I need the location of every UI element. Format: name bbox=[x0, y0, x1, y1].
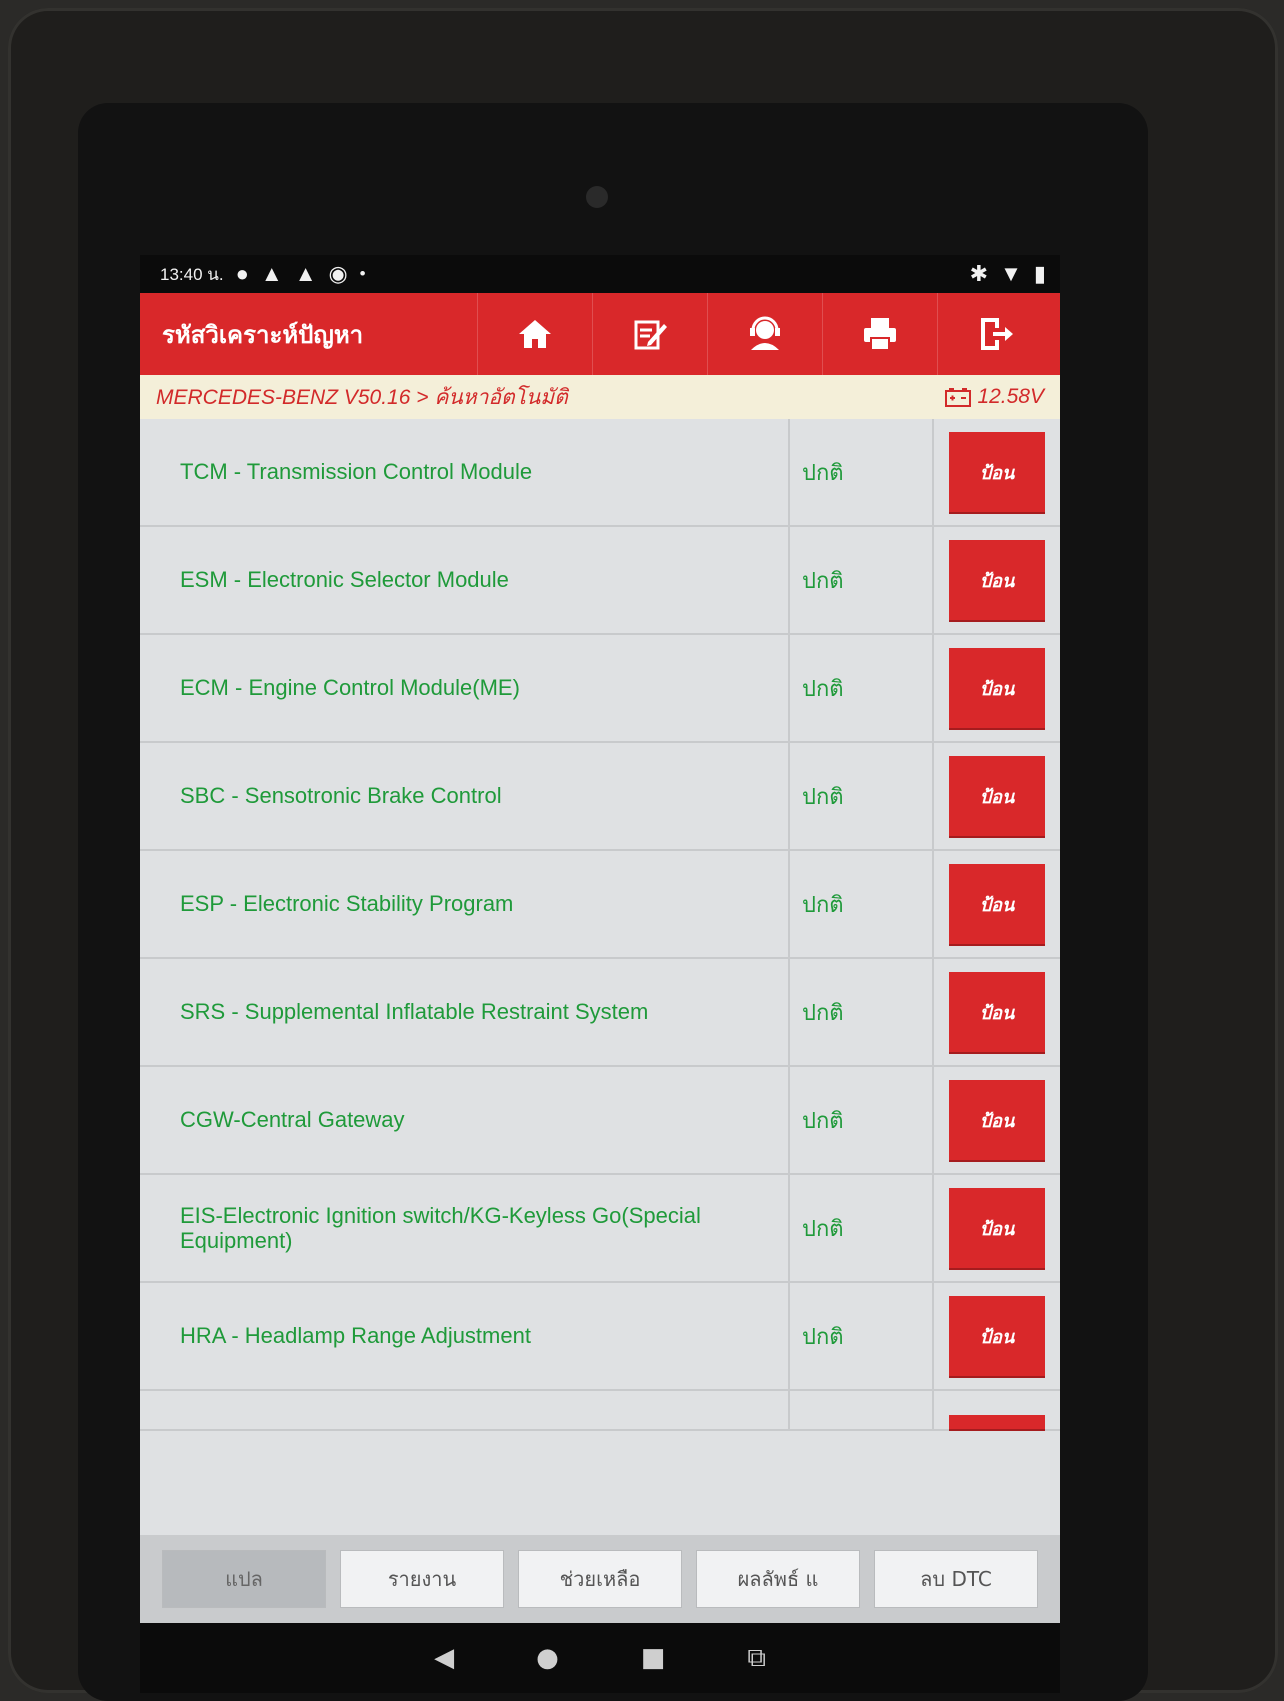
table-row-partial bbox=[140, 1391, 1060, 1431]
translate-button[interactable]: แปล bbox=[162, 1550, 326, 1608]
enter-button[interactable]: ป้อน bbox=[949, 1080, 1045, 1160]
enter-button[interactable]: ป้อน bbox=[949, 540, 1045, 620]
module-name: ECM - Engine Control Module(ME) bbox=[140, 635, 790, 741]
enter-button-cutoff[interactable] bbox=[949, 1415, 1045, 1429]
enter-button[interactable]: ป้อน bbox=[949, 1296, 1045, 1376]
module-status: ปกติ bbox=[790, 635, 934, 741]
module-status: ปกติ bbox=[790, 419, 934, 525]
page-title: รหัสวิเคราะห์ปัญหา bbox=[162, 320, 364, 349]
enter-button[interactable]: ป้อน bbox=[949, 864, 1045, 944]
module-name: EIS-Electronic Ignition switch/KG-Keyles… bbox=[140, 1175, 790, 1281]
module-name: ESM - Electronic Selector Module bbox=[140, 527, 790, 633]
more-notifications-dot: • bbox=[359, 264, 366, 283]
print-icon bbox=[864, 318, 896, 351]
exit-button[interactable] bbox=[937, 293, 1052, 375]
app-header: รหัสวิเคราะห์ปัญหา bbox=[140, 293, 1060, 375]
module-status: ปกติ bbox=[790, 743, 934, 849]
module-name: SRS - Supplemental Inflatable Restraint … bbox=[140, 959, 790, 1065]
exit-icon bbox=[981, 318, 1013, 350]
module-name: CGW-Central Gateway bbox=[140, 1067, 790, 1173]
battery-icon: ▮ bbox=[1033, 261, 1046, 286]
clear-dtc-button[interactable]: ลบ DTC bbox=[874, 1550, 1038, 1608]
enter-button[interactable]: ป้อน bbox=[949, 972, 1045, 1052]
enter-button[interactable]: ป้อน bbox=[949, 756, 1045, 836]
table-row: EIS-Electronic Ignition switch/KG-Keyles… bbox=[140, 1175, 1060, 1283]
bottom-toolbar: แปล รายงาน ช่วยเหลือ ผลลัพธ์ แ ลบ DTC bbox=[140, 1535, 1060, 1623]
status-bar: 13:40 น. ● ▲ ▲ ◉ • ✱ ▼ ▮ bbox=[140, 255, 1060, 293]
table-row: TCM - Transmission Control Module ปกติ ป… bbox=[140, 419, 1060, 527]
help-button[interactable]: ช่วยเหลือ bbox=[518, 1550, 682, 1608]
module-status: ปกติ bbox=[790, 1283, 934, 1389]
table-row: HRA - Headlamp Range Adjustment ปกติ ป้อ… bbox=[140, 1283, 1060, 1391]
module-name-cutoff bbox=[140, 1391, 790, 1429]
module-status-cutoff bbox=[790, 1391, 934, 1429]
module-name: SBC - Sensotronic Brake Control bbox=[140, 743, 790, 849]
module-status: ปกติ bbox=[790, 851, 934, 957]
breadcrumb-path: MERCEDES-BENZ V50.16 > ค้นหาอัตโนมัติ bbox=[156, 385, 568, 409]
home-icon bbox=[519, 320, 551, 348]
android-nav-bar: ◀ ● ■ ⧉ bbox=[140, 1623, 1060, 1693]
recents-icon[interactable]: ■ bbox=[641, 1643, 666, 1673]
front-camera bbox=[586, 186, 608, 208]
screenshot-icon[interactable]: ⧉ bbox=[747, 1643, 766, 1674]
module-name: ESP - Electronic Stability Program bbox=[140, 851, 790, 957]
home-button[interactable] bbox=[477, 293, 592, 375]
support-button[interactable] bbox=[707, 293, 822, 375]
table-row: ESP - Electronic Stability Program ปกติ … bbox=[140, 851, 1060, 959]
results-button[interactable]: ผลลัพธ์ แ bbox=[696, 1550, 860, 1608]
edit-report-button[interactable] bbox=[592, 293, 707, 375]
enter-button[interactable]: ป้อน bbox=[949, 1188, 1045, 1268]
table-row: CGW-Central Gateway ปกติ ป้อน bbox=[140, 1067, 1060, 1175]
battery-voltage: 12.58V bbox=[945, 385, 1044, 409]
warning-icon: ▲ bbox=[294, 261, 317, 286]
module-status: ปกติ bbox=[790, 959, 934, 1065]
warning-icon: ▲ bbox=[260, 261, 283, 286]
voltage-value: 12.58V bbox=[977, 385, 1044, 408]
module-name: TCM - Transmission Control Module bbox=[140, 419, 790, 525]
module-status: ปกติ bbox=[790, 1175, 934, 1281]
device-screen: 13:40 น. ● ▲ ▲ ◉ • ✱ ▼ ▮ รหัสวิเคราะห์ปั… bbox=[140, 255, 1060, 1693]
home-nav-icon[interactable]: ● bbox=[536, 1643, 559, 1673]
module-name: HRA - Headlamp Range Adjustment bbox=[140, 1283, 790, 1389]
table-row: ESM - Electronic Selector Module ปกติ ป้… bbox=[140, 527, 1060, 635]
breadcrumb: MERCEDES-BENZ V50.16 > ค้นหาอัตโนมัติ 12… bbox=[140, 375, 1060, 419]
alert-circle-icon: ● bbox=[235, 261, 249, 286]
module-list[interactable]: TCM - Transmission Control Module ปกติ ป… bbox=[140, 419, 1060, 1535]
module-status: ปกติ bbox=[790, 1067, 934, 1173]
bluetooth-icon: ✱ bbox=[969, 261, 989, 286]
report-button[interactable]: รายงาน bbox=[340, 1550, 504, 1608]
edit-report-icon bbox=[634, 320, 667, 350]
module-status: ปกติ bbox=[790, 527, 934, 633]
table-row: ECM - Engine Control Module(ME) ปกติ ป้อ… bbox=[140, 635, 1060, 743]
clock: 13:40 น. bbox=[160, 264, 224, 284]
table-row: SBC - Sensotronic Brake Control ปกติ ป้อ… bbox=[140, 743, 1060, 851]
back-icon[interactable]: ◀ bbox=[434, 1643, 454, 1673]
wifi-icon: ▼ bbox=[1000, 261, 1022, 286]
print-button[interactable] bbox=[822, 293, 937, 375]
support-icon bbox=[750, 316, 780, 350]
table-row: SRS - Supplemental Inflatable Restraint … bbox=[140, 959, 1060, 1067]
enter-button[interactable]: ป้อน bbox=[949, 432, 1045, 512]
enter-button[interactable]: ป้อน bbox=[949, 648, 1045, 728]
car-battery-icon bbox=[945, 388, 972, 407]
bluetooth-scan-icon: ◉ bbox=[328, 261, 348, 286]
